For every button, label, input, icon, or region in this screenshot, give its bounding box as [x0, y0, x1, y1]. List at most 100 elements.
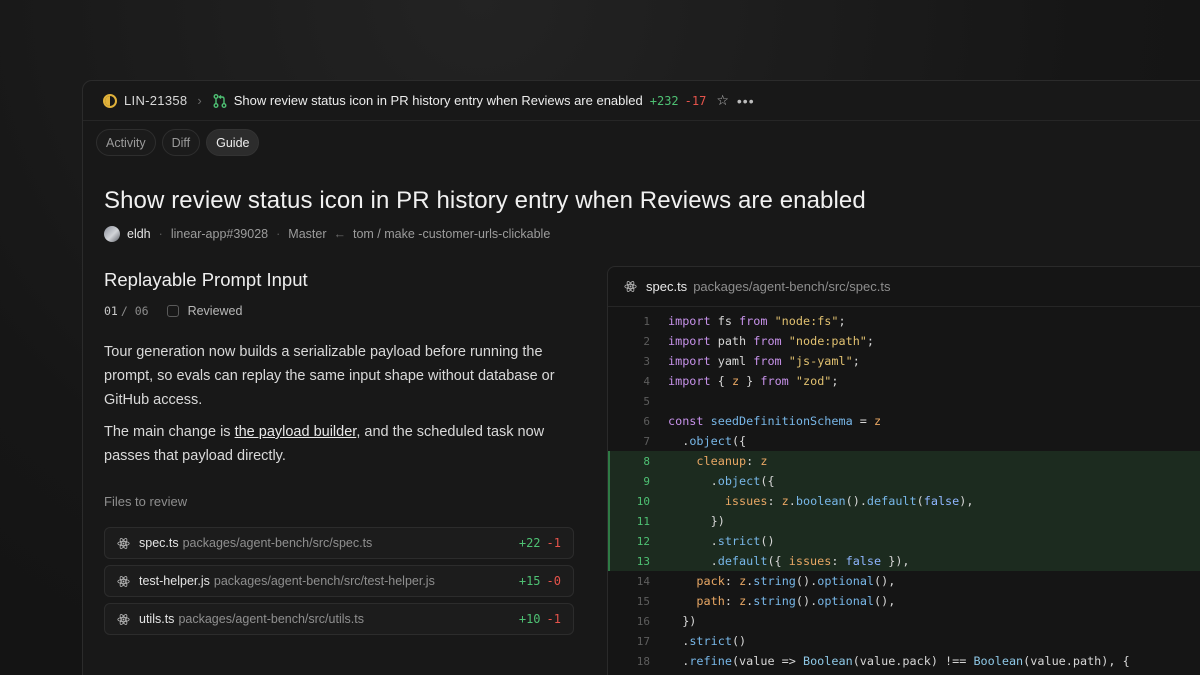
- line-number: 5: [643, 394, 650, 408]
- code-text: .refine(value => Boolean(value.pack) !==…: [668, 654, 1130, 668]
- code-line: 12 .strict(): [608, 531, 1200, 551]
- file-name: test-helper.js: [139, 574, 210, 588]
- code-text: import { z } from "zod";: [668, 374, 839, 388]
- files-to-review-heading: Files to review: [104, 494, 188, 509]
- react-file-icon: [117, 537, 130, 549]
- line-number: 8: [643, 454, 650, 468]
- page-title: Show review status icon in PR history en…: [104, 187, 866, 214]
- line-number: 15: [636, 594, 650, 608]
- code-line: 4 import { z } from "zod";: [608, 371, 1200, 391]
- code-file-header: spec.ts packages/agent-bench/src/spec.ts: [608, 267, 1200, 307]
- file-deletions: -1: [546, 536, 561, 550]
- code-line: 18 .refine(value => Boolean(value.pack) …: [608, 651, 1200, 671]
- repo-ref[interactable]: linear-app#39028: [171, 227, 268, 241]
- view-tabs: Activity Diff Guide: [96, 129, 260, 156]
- arrow-left-icon: ←: [333, 227, 347, 241]
- tab-guide[interactable]: Guide: [206, 129, 260, 156]
- line-number: 7: [643, 434, 650, 448]
- star-icon[interactable]: ☆: [716, 92, 729, 109]
- line-number: 2: [643, 334, 650, 348]
- file-deletions: -1: [546, 612, 561, 626]
- code-text: import path from "node:path";: [668, 334, 875, 348]
- file-name: utils.ts: [139, 612, 175, 626]
- guide-section-title: Replayable Prompt Input: [104, 269, 308, 290]
- file-name: spec.ts: [139, 536, 179, 550]
- reviewed-label: Reviewed: [187, 304, 243, 318]
- code-line: 9 .object({: [608, 471, 1200, 491]
- head-branch: tom / make -customer-urls-clickable: [353, 227, 551, 241]
- code-line: 8 cleanup: z: [608, 451, 1200, 471]
- code-file-path: packages/agent-bench/src/spec.ts: [693, 279, 891, 294]
- code-line: 13 .default({ issues: false }),: [608, 551, 1200, 571]
- base-branch: Master: [288, 227, 327, 241]
- code-text: .default({ issues: false }),: [668, 554, 910, 568]
- line-number: 18: [636, 654, 650, 668]
- line-number: 1: [643, 314, 650, 328]
- code-line: 10 issues: z.boolean().default(false),: [608, 491, 1200, 511]
- line-number: 13: [636, 554, 650, 568]
- guide-paragraph: Tour generation now builds a serializabl…: [104, 344, 555, 408]
- react-file-icon: [117, 575, 130, 587]
- line-number: 14: [636, 574, 650, 588]
- payload-builder-link[interactable]: the payload builder: [235, 424, 357, 440]
- code-text: .strict(): [668, 634, 747, 648]
- file-item[interactable]: spec.ts packages/agent-bench/src/spec.ts…: [104, 527, 574, 559]
- react-file-icon: [624, 281, 637, 292]
- author-name[interactable]: eldh: [127, 227, 151, 241]
- more-icon[interactable]: •••: [737, 93, 755, 109]
- code-lines: 1 import fs from "node:fs"; 2 import path f…: [608, 307, 1200, 671]
- code-line: 6 const seedDefinitionSchema = z: [608, 411, 1200, 431]
- file-additions: +15: [518, 574, 541, 588]
- code-text: }): [668, 514, 725, 528]
- file-path: packages/agent-bench/src/utils.ts: [178, 612, 364, 626]
- paragraph-text: The main change is: [104, 424, 235, 440]
- file-item[interactable]: test-helper.js packages/agent-bench/src/…: [104, 565, 574, 597]
- react-file-icon: [117, 613, 130, 625]
- file-item[interactable]: utils.ts packages/agent-bench/src/utils.…: [104, 603, 574, 635]
- code-line: 16 }): [608, 611, 1200, 631]
- reviewed-checkbox[interactable]: [166, 305, 179, 317]
- line-number: 9: [643, 474, 650, 488]
- chevron-right-icon: ›: [197, 93, 202, 108]
- code-text: import yaml from "js-yaml";: [668, 354, 860, 368]
- code-viewer: spec.ts packages/agent-bench/src/spec.ts…: [607, 266, 1200, 675]
- tab-activity[interactable]: Activity: [96, 129, 156, 156]
- avatar: [104, 226, 120, 242]
- top-bar: LIN-21358 › Show review status icon in P…: [83, 81, 1200, 121]
- pr-title: Show review status icon in PR history en…: [233, 93, 643, 108]
- code-line: 1 import fs from "node:fs";: [608, 311, 1200, 331]
- code-text: path: z.string().optional(),: [696, 594, 896, 608]
- code-line: 5: [608, 391, 1200, 411]
- step-current: 01: [104, 304, 118, 318]
- step-total: / 06: [120, 304, 149, 318]
- file-path: packages/agent-bench/src/spec.ts: [182, 536, 373, 550]
- line-number: 10: [636, 494, 650, 508]
- code-line: 3 import yaml from "js-yaml";: [608, 351, 1200, 371]
- guide-paragraph: The main change is the payload builder, …: [104, 420, 574, 468]
- line-number: 3: [643, 354, 650, 368]
- file-path: packages/agent-bench/src/test-helper.js: [213, 574, 435, 588]
- step-progress: 01 / 06 Reviewed: [104, 304, 574, 318]
- app-window: LIN-21358 › Show review status icon in P…: [82, 80, 1200, 675]
- line-number: 12: [636, 534, 650, 548]
- code-text: .strict(): [668, 534, 775, 548]
- line-number: 4: [643, 374, 650, 388]
- code-line: 7 .object({: [608, 431, 1200, 451]
- additions-count: +232: [649, 93, 679, 108]
- code-line: 14 pack: z.string().optional(),: [608, 571, 1200, 591]
- tab-diff[interactable]: Diff: [161, 129, 201, 156]
- file-additions: +22: [518, 536, 541, 550]
- files-list: spec.ts packages/agent-bench/src/spec.ts…: [104, 527, 574, 635]
- code-text: }): [668, 614, 697, 628]
- separator-dot: ·: [276, 227, 281, 241]
- code-text: const seedDefinitionSchema = z: [668, 414, 882, 428]
- code-text: cleanup: z: [696, 454, 768, 468]
- issue-id-link[interactable]: LIN-21358: [124, 93, 187, 108]
- file-additions: +10: [518, 612, 541, 626]
- deletions-count: -17: [684, 93, 707, 108]
- line-number: 17: [636, 634, 650, 648]
- code-text: pack: z.string().optional(),: [696, 574, 896, 588]
- code-line: 15 path: z.string().optional(),: [608, 591, 1200, 611]
- code-text: issues: z.boolean().default(false),: [724, 494, 974, 508]
- guide-panel: Replayable Prompt Input 01 / 06 Reviewed…: [104, 269, 574, 635]
